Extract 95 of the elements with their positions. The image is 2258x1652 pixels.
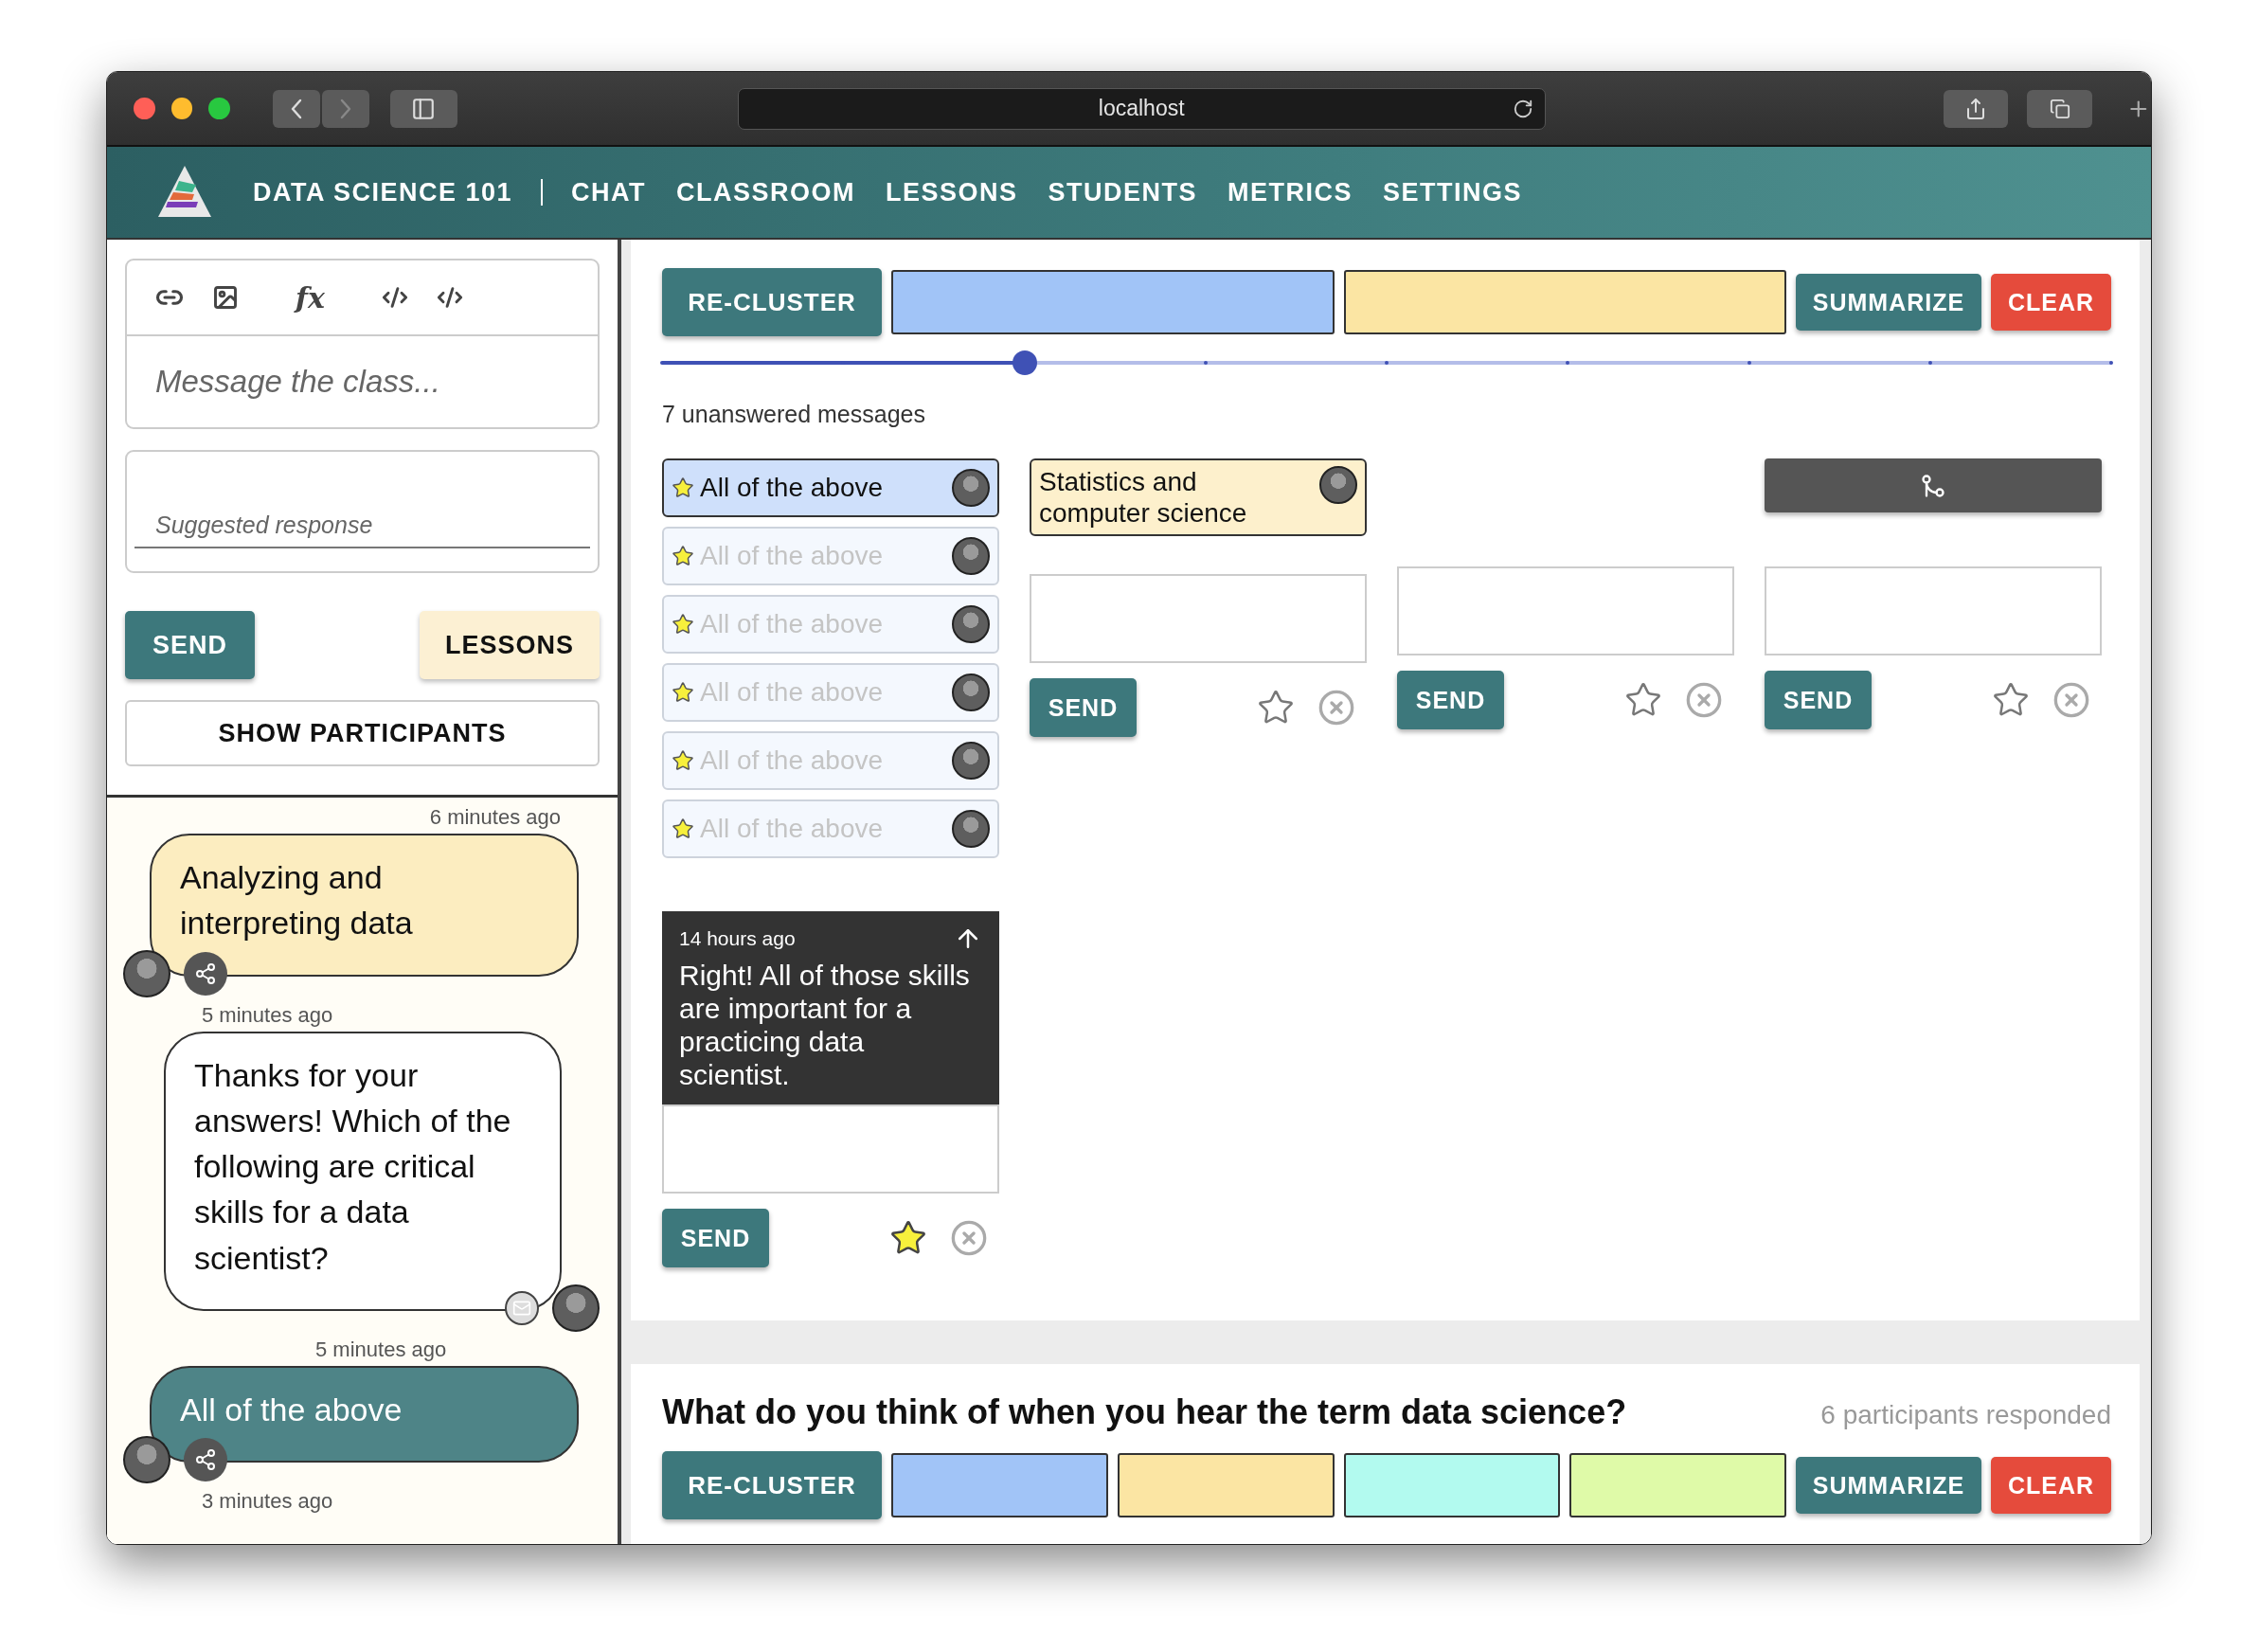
answer-text: All of the above: [700, 814, 885, 844]
chat-bubble: Analyzing and interpreting data: [150, 834, 579, 977]
message-time: 5 minutes ago: [314, 1337, 448, 1362]
suggested-response-input[interactable]: Suggested response: [134, 512, 590, 548]
clear-button[interactable]: CLEAR: [1991, 274, 2111, 331]
answer-text: All of the above: [700, 473, 885, 503]
avatar: [952, 673, 990, 711]
avatar: [952, 605, 990, 643]
avatar: [123, 1436, 170, 1484]
back-button[interactable]: [272, 89, 320, 128]
star-icon: [672, 613, 694, 636]
code-icon[interactable]: [381, 284, 408, 311]
send-button[interactable]: SEND: [662, 1209, 769, 1268]
star-icon: [672, 545, 694, 567]
answer-text: All of the above: [700, 745, 885, 776]
cluster-bar[interactable]: [1343, 270, 1786, 334]
send-button[interactable]: SEND: [125, 611, 255, 679]
avatar: [952, 537, 990, 575]
cluster-bar[interactable]: [1343, 1453, 1561, 1518]
forward-button[interactable]: [321, 89, 369, 128]
reply-text: Right! All of those skills are important for a practicing data scientist.: [679, 959, 971, 1092]
chevron-left-icon: [290, 98, 302, 119]
avatar: [952, 810, 990, 848]
tabs-icon: [2049, 98, 2070, 119]
response-count: 6 participants responded: [1820, 1400, 2111, 1431]
nav-link[interactable]: CLASSROOM: [676, 177, 856, 207]
url-text: localhost: [1098, 96, 1185, 121]
address-bar[interactable]: localhost: [737, 87, 1546, 130]
cluster-bar[interactable]: [891, 1453, 1108, 1518]
answer-item[interactable]: All of the above: [662, 458, 999, 517]
minimize-button[interactable]: [170, 98, 193, 119]
share-button[interactable]: [1943, 89, 2009, 128]
send-button[interactable]: SEND: [1765, 671, 1872, 729]
avatar: [123, 949, 170, 997]
chevron-right-icon: [339, 98, 351, 119]
summarize-button[interactable]: SUMMARIZE: [1796, 1457, 1981, 1515]
star-icon: [672, 476, 694, 499]
course-title: DATA SCIENCE 101: [253, 177, 513, 207]
clear-button[interactable]: CLEAR: [1991, 1457, 2111, 1515]
reply-field[interactable]: [662, 1104, 999, 1194]
reply-field[interactable]: [1397, 566, 1734, 655]
cluster-bar[interactable]: [891, 270, 1335, 334]
chat-bubble: Thanks for your answers! Which of the following are critical skills for a data scientist?: [164, 1031, 562, 1311]
question-title: What do you think of when you hear the term data science?: [662, 1392, 1627, 1433]
unanswered-count: 7 unanswered messages: [662, 401, 926, 428]
nav-link[interactable]: METRICS: [1228, 177, 1353, 207]
slider-thumb[interactable]: [1012, 350, 1037, 375]
message-field[interactable]: Message the class...: [125, 336, 600, 429]
answer-text: All of the above: [700, 677, 885, 708]
summarize-button[interactable]: SUMMARIZE: [1796, 274, 1981, 331]
answer-text: All of the above: [700, 609, 885, 639]
nav-link[interactable]: SETTINGS: [1383, 177, 1523, 207]
share-icon: [194, 961, 217, 985]
tabs-button[interactable]: [2027, 89, 2093, 128]
image-icon[interactable]: [212, 284, 239, 311]
answer-card[interactable]: Statistics and computer science: [1030, 458, 1367, 537]
formula-button[interactable]: fx: [296, 280, 325, 314]
avatar: [552, 1284, 600, 1332]
star-icon: [672, 817, 694, 840]
star-icon: [672, 681, 694, 704]
share-icon: [194, 1448, 217, 1472]
share-button[interactable]: [184, 1438, 227, 1482]
sidebar-button[interactable]: [389, 89, 457, 128]
cluster-bar[interactable]: [1117, 1453, 1335, 1518]
suggested-response-field[interactable]: Suggested response: [125, 450, 600, 573]
show-participants-button[interactable]: SHOW PARTICIPANTS: [125, 700, 600, 766]
nav-link[interactable]: LESSONS: [886, 177, 1018, 207]
send-button[interactable]: SEND: [1030, 678, 1137, 738]
send-button[interactable]: SEND: [1397, 671, 1504, 729]
star-icon: [672, 749, 694, 772]
code-icon[interactable]: [436, 284, 463, 311]
answer-text: All of the above: [700, 541, 885, 571]
message-time: 3 minutes ago: [201, 1489, 334, 1515]
reply-field[interactable]: [1765, 566, 2102, 655]
reply-time: 14 hours ago: [679, 927, 796, 950]
recluster-button[interactable]: RE-CLUSTER: [662, 1451, 882, 1520]
zoom-button[interactable]: [208, 98, 230, 119]
chat-bubble: All of the above: [150, 1365, 579, 1463]
message-time: 5 minutes ago: [201, 1002, 334, 1028]
reply-field[interactable]: [1030, 574, 1367, 664]
share-icon: [1964, 97, 1987, 120]
avatar: [1319, 466, 1357, 504]
recluster-button[interactable]: RE-CLUSTER: [662, 268, 882, 336]
nav-link[interactable]: STUDENTS: [1048, 177, 1198, 207]
nav-link[interactable]: CHAT: [571, 177, 647, 207]
sidebar-icon: [411, 96, 437, 121]
avatar: [952, 469, 990, 507]
merge-icon: [1920, 472, 1946, 499]
lessons-button[interactable]: LESSONS: [420, 611, 600, 679]
message-time: 6 minutes ago: [428, 805, 562, 830]
reload-icon[interactable]: [1512, 98, 1533, 119]
cluster-bar[interactable]: [1569, 1453, 1786, 1518]
avatar: [952, 742, 990, 780]
close-button[interactable]: [134, 98, 155, 119]
answer-text: Statistics and computer science: [1039, 466, 1248, 530]
